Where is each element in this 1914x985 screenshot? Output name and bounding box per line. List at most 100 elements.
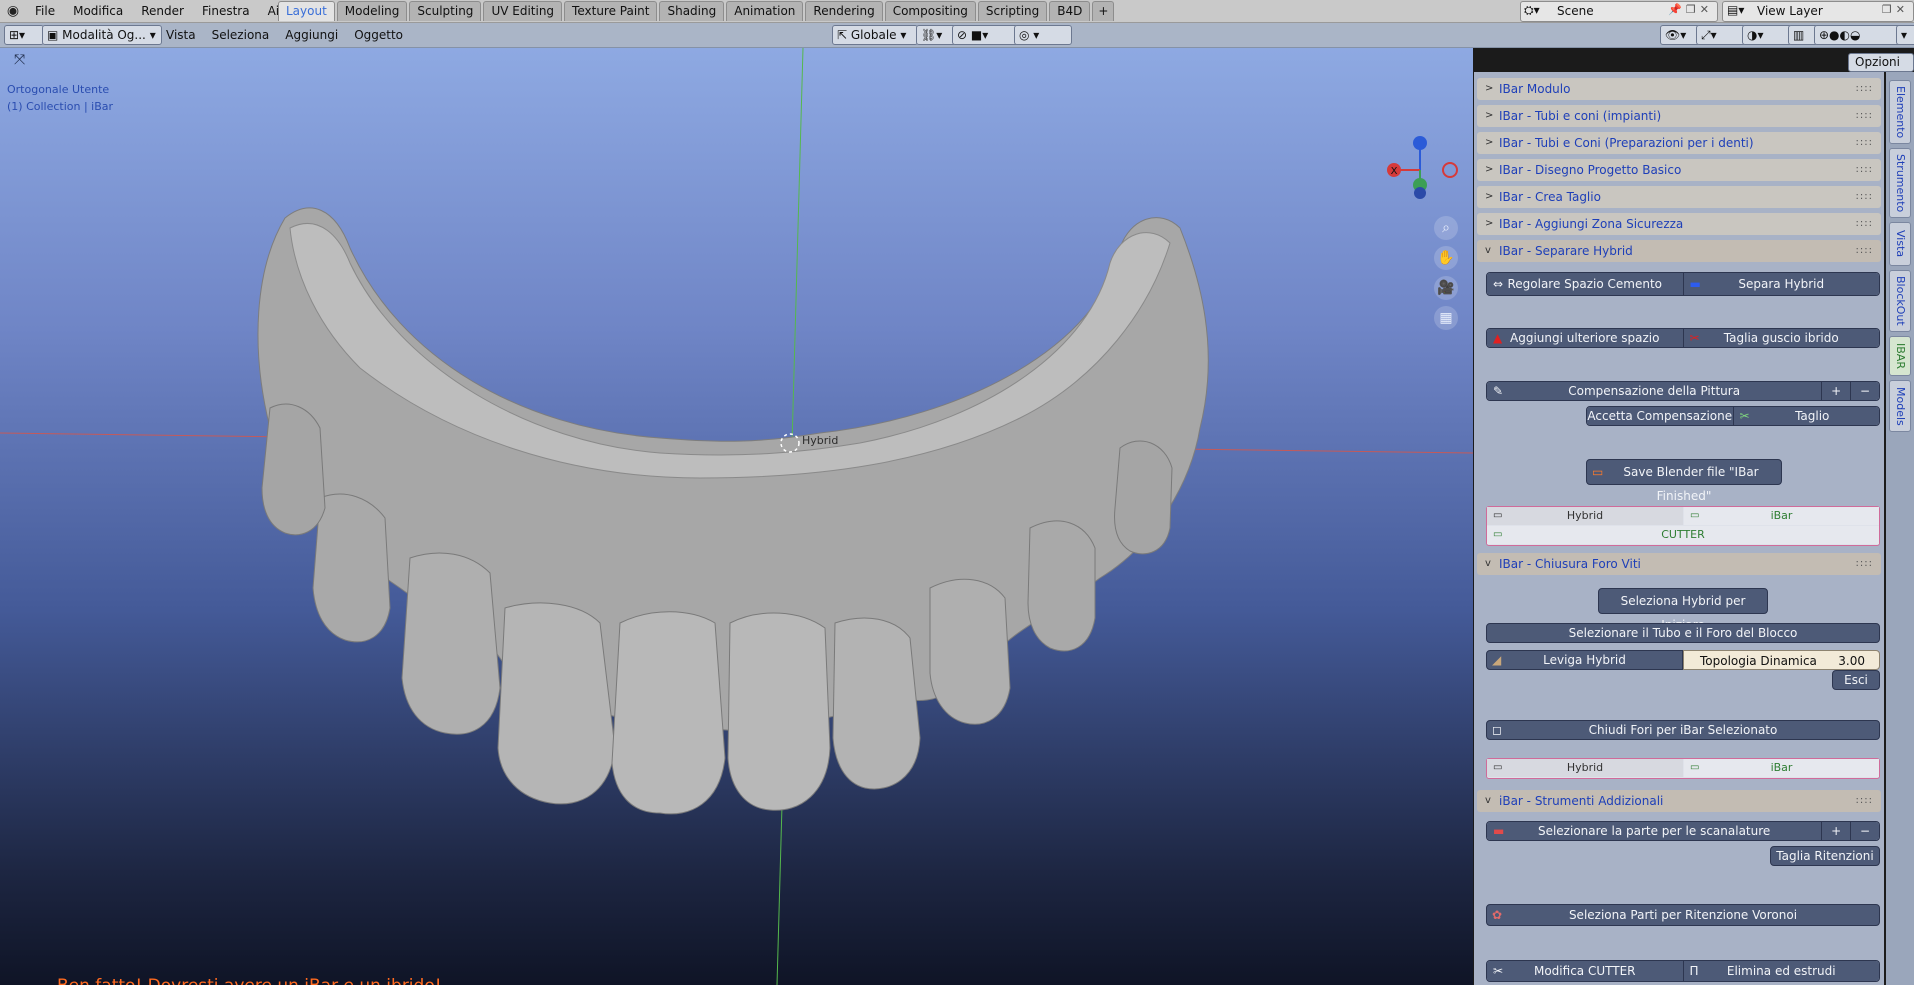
esci-button[interactable]: Esci: [1832, 670, 1880, 690]
view-layer-selector[interactable]: ▤▾ View Layer ❐✕: [1722, 1, 1914, 22]
options-dropdown[interactable]: Opzioni ▾: [1848, 53, 1914, 86]
pivot-icon[interactable]: ⛓▾: [916, 25, 956, 45]
tab-rendering[interactable]: Rendering: [805, 1, 883, 21]
voronoi-button[interactable]: ✿ Seleziona Parti per Ritenzione Voronoi: [1486, 904, 1880, 926]
panel-label: iBar - Strumenti Addizionali: [1499, 794, 1664, 808]
accetta-compensazione-button[interactable]: Accetta Compensazione: [1587, 407, 1734, 425]
tab-blockout[interactable]: BlockOut: [1889, 270, 1911, 332]
visibility-icon[interactable]: 👁▾: [1660, 25, 1700, 45]
elimina-estrudi-button[interactable]: Π Elimina ed estrudi: [1683, 961, 1879, 981]
add-workspace-icon[interactable]: +: [1092, 1, 1115, 21]
drag-handle-icon[interactable]: ::::: [1856, 159, 1873, 181]
gizmo-z-icon[interactable]: [1413, 136, 1427, 150]
tab-sculpting[interactable]: Sculpting: [409, 1, 482, 21]
view-layer-actions-icon[interactable]: ❐✕: [1882, 3, 1909, 16]
drag-handle-icon[interactable]: ::::: [1856, 78, 1873, 100]
tab-scripting[interactable]: Scripting: [977, 1, 1048, 21]
selezionare-tubo-button[interactable]: Selezionare il Tubo e il Foro del Blocco: [1486, 623, 1880, 643]
save-blender-button[interactable]: ▭ Save Blender file "IBar Finished": [1586, 459, 1782, 503]
leviga-hybrid-button[interactable]: ◢ Leviga Hybrid: [1486, 650, 1683, 670]
panel-tubi-coni-preparazioni[interactable]: > IBar - Tubi e Coni (Preparazioni per i …: [1477, 132, 1881, 154]
menu-seleziona[interactable]: Seleziona: [204, 26, 278, 44]
overlay-toggle-icon[interactable]: ◑▾: [1742, 25, 1792, 45]
drag-handle-icon[interactable]: ::::: [1856, 213, 1873, 235]
grid-icon[interactable]: ▦: [1434, 306, 1458, 330]
gizmo-neg-x-icon[interactable]: [1442, 162, 1458, 178]
panel-separare-hybrid[interactable]: v IBar - Separare Hybrid::::: [1477, 240, 1881, 262]
proportional-edit-icon[interactable]: ◎ ▾: [1014, 25, 1072, 45]
blender-logo-icon[interactable]: ◉: [4, 2, 22, 20]
tab-animation[interactable]: Animation: [726, 1, 804, 21]
panel-chiusura-foro[interactable]: v IBar - Chiusura Foro Viti::::: [1477, 553, 1881, 575]
camera-icon[interactable]: 🎥: [1434, 276, 1458, 300]
menu-oggetto[interactable]: Oggetto: [346, 26, 411, 44]
menu-modifica[interactable]: Modifica: [64, 0, 132, 22]
shading-options-icon[interactable]: ▾: [1896, 25, 1914, 45]
tab-elemento[interactable]: Elemento: [1889, 80, 1911, 144]
taglia-ritenzioni-button[interactable]: Taglia Ritenzioni: [1770, 846, 1880, 866]
drag-handle-icon[interactable]: ::::: [1856, 186, 1873, 208]
plus-icon[interactable]: +: [1822, 822, 1852, 840]
tab-models[interactable]: Models: [1889, 380, 1911, 432]
gizmo-toggle-icon[interactable]: ⤢▾: [1696, 25, 1746, 45]
menu-file[interactable]: File: [26, 0, 64, 22]
menu-vista[interactable]: Vista: [158, 26, 204, 44]
drag-handle-icon[interactable]: ::::: [1856, 553, 1873, 575]
modifica-cutter-button[interactable]: ✂ Modifica CUTTER: [1487, 961, 1684, 981]
drag-handle-icon[interactable]: ::::: [1856, 240, 1873, 262]
tab-uv-editing[interactable]: UV Editing: [483, 1, 563, 21]
menu-aggiungi[interactable]: Aggiungi: [277, 26, 346, 44]
tab-compositing[interactable]: Compositing: [884, 1, 976, 21]
tab-ibar[interactable]: IBAR: [1889, 336, 1911, 376]
seleziona-hybrid-button[interactable]: Seleziona Hybrid per Iniziare: [1598, 588, 1768, 632]
taglia-guscio-button[interactable]: ✂ Taglia guscio ibrido: [1683, 329, 1879, 347]
shading-mode-icon[interactable]: ⊕●◐◒: [1814, 25, 1904, 45]
tab-vista[interactable]: Vista: [1889, 222, 1911, 266]
panel-crea-taglio[interactable]: > IBar - Crea Taglio::::: [1477, 186, 1881, 208]
scanalature-button[interactable]: ▬ Selezionare la parte per le scanalature: [1487, 822, 1823, 840]
toggle-cutter[interactable]: ▭ CUTTER: [1487, 526, 1879, 544]
mode-selector[interactable]: ▣ Modalità Og... ▾: [42, 25, 162, 45]
tab-layout[interactable]: Layout: [278, 1, 335, 21]
chiudi-fori-button[interactable]: ◻ Chiudi Fori per iBar Selezionato: [1486, 720, 1880, 740]
panel-zona-sicurezza[interactable]: > IBar - Aggiungi Zona Sicurezza::::: [1477, 213, 1881, 235]
zoom-icon[interactable]: ⌕: [1434, 216, 1458, 240]
drag-handle-icon[interactable]: ::::: [1856, 132, 1873, 154]
snap-icon[interactable]: ⊘ ■▾: [952, 25, 1018, 45]
menu-render[interactable]: Render: [132, 0, 193, 22]
separa-hybrid-button[interactable]: ▬ Separa Hybrid: [1683, 273, 1879, 295]
tab-shading[interactable]: Shading: [659, 1, 725, 21]
editor-type-icon[interactable]: ⊞▾: [4, 25, 44, 45]
scene-actions-icon[interactable]: 📌❐✕: [1668, 3, 1713, 16]
drag-handle-icon[interactable]: ::::: [1856, 105, 1873, 127]
3d-viewport[interactable]: ⤧ Ortogonale Utente (1) Collection | iBa…: [0, 48, 1473, 985]
panel-strumenti-addizionali[interactable]: v iBar - Strumenti Addizionali::::: [1477, 790, 1881, 812]
tab-texture-paint[interactable]: Texture Paint: [564, 1, 658, 21]
gizmo-neg-z-icon[interactable]: [1414, 187, 1426, 199]
tab-modeling[interactable]: Modeling: [336, 1, 408, 21]
plus-icon[interactable]: +: [1822, 382, 1852, 400]
toggle-hybrid-2[interactable]: ▭ Hybrid: [1487, 759, 1683, 777]
toggle-ibar-2[interactable]: ▭ iBar: [1684, 759, 1879, 777]
panel-tubi-coni-impianti[interactable]: > IBar - Tubi e coni (impianti)::::: [1477, 105, 1881, 127]
drag-handle-icon[interactable]: ::::: [1856, 790, 1873, 812]
panel-ibar-modulo[interactable]: > IBar Modulo::::: [1477, 78, 1881, 100]
taglio-compensazione-button[interactable]: ✂ Taglio Compensazione: [1733, 407, 1879, 425]
orientation-selector[interactable]: ⇱ Globale ▾: [832, 25, 918, 45]
minus-icon[interactable]: −: [1851, 822, 1879, 840]
toggle-hybrid[interactable]: ▭ Hybrid: [1487, 507, 1683, 525]
dental-model[interactable]: [257, 207, 1209, 815]
minus-icon[interactable]: −: [1851, 382, 1879, 400]
panel-disegno-progetto[interactable]: > IBar - Disegno Progetto Basico::::: [1477, 159, 1881, 181]
compensazione-button[interactable]: ✎ Compensazione della Pittura: [1487, 382, 1823, 400]
toggle-ibar[interactable]: ▭ iBar: [1684, 507, 1879, 525]
tab-strumento[interactable]: Strumento: [1889, 148, 1911, 218]
tab-b4d[interactable]: B4D: [1049, 1, 1091, 21]
topologia-dinamica-field[interactable]: Topologia Dinamica 3.00: [1683, 650, 1880, 670]
navigation-gizmo[interactable]: X: [1380, 133, 1460, 213]
regolare-spazio-button[interactable]: ⇔ Regolare Spazio Cemento: [1487, 273, 1684, 295]
scene-selector[interactable]: ⛭▾ Scene 📌❐✕: [1520, 1, 1718, 22]
menu-finestra[interactable]: Finestra: [193, 0, 259, 22]
pan-hand-icon[interactable]: ✋: [1434, 246, 1458, 270]
aggiungi-spazio-button[interactable]: ▲ Aggiungi ulteriore spazio: [1487, 329, 1684, 347]
